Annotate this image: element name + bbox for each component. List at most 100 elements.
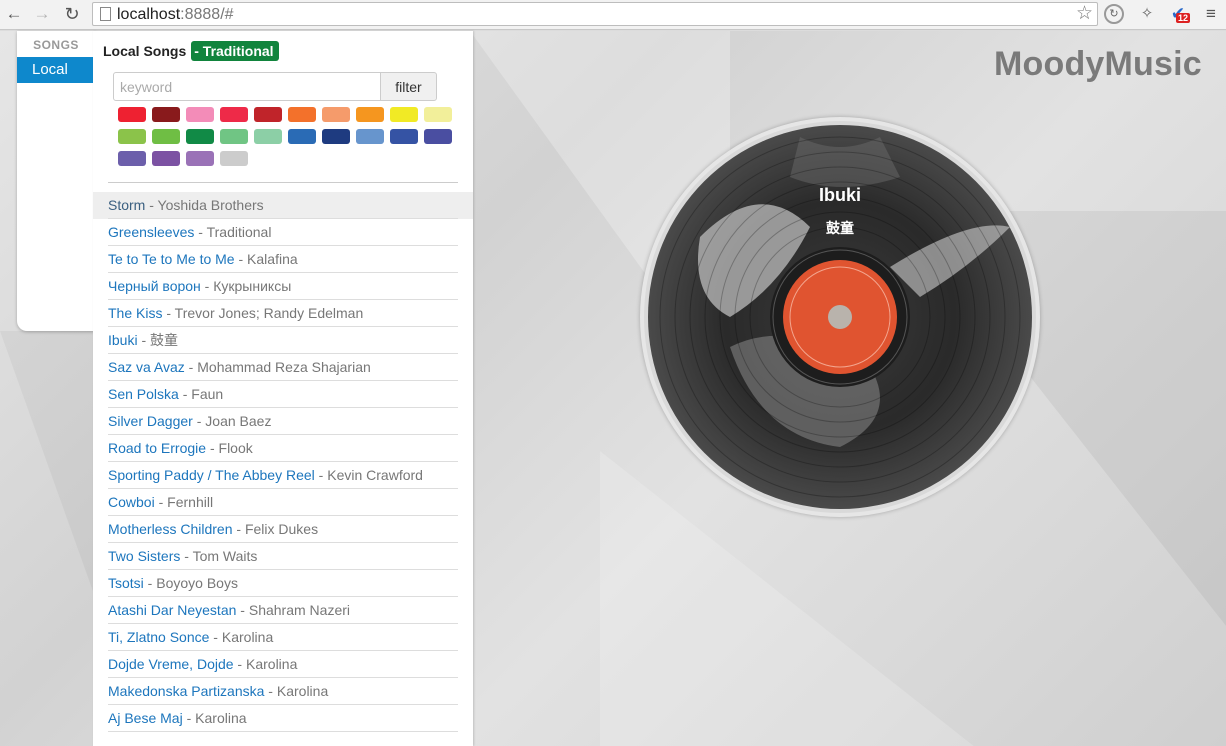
song-item[interactable]: Tsotsi - Boyoyo Boys	[93, 570, 473, 597]
color-swatch[interactable]	[254, 129, 282, 144]
reload-icon[interactable]: ↻	[62, 4, 82, 24]
color-swatch[interactable]	[220, 107, 248, 122]
song-item[interactable]: Two Sisters - Tom Waits	[93, 543, 473, 570]
song-separator: -	[194, 224, 207, 240]
color-swatch[interactable]	[390, 129, 418, 144]
song-title-link[interactable]: Te to Te to Me to Me	[108, 251, 235, 267]
song-separator: -	[206, 440, 219, 456]
color-swatch[interactable]	[288, 129, 316, 144]
color-swatch[interactable]	[118, 151, 146, 166]
color-swatch[interactable]	[186, 129, 214, 144]
song-title-link[interactable]: Silver Dagger	[108, 413, 193, 429]
browser-toolbar: ← → ↻ localhost:8888/# ☆ ↻ ✧ ✔12 ≡	[0, 0, 1226, 30]
color-swatch[interactable]	[152, 151, 180, 166]
color-swatch[interactable]	[424, 107, 452, 122]
menu-icon[interactable]: ≡	[1201, 4, 1221, 24]
color-swatch[interactable]	[186, 107, 214, 122]
song-title-link[interactable]: Ibuki	[108, 332, 138, 348]
filter-button[interactable]: filter	[380, 72, 437, 101]
now-playing-title: Ibuki	[818, 185, 861, 205]
song-item[interactable]: Te to Te to Me to Me - Kalafina	[93, 246, 473, 273]
song-title-link[interactable]: The Kiss	[108, 305, 162, 321]
color-swatch[interactable]	[220, 129, 248, 144]
song-item[interactable]: Черный ворон - Кукрыниксы	[93, 273, 473, 300]
color-swatch[interactable]	[356, 107, 384, 122]
star-icon[interactable]: ☆	[1076, 3, 1093, 25]
song-item[interactable]: Aj Bese Maj - Karolina	[93, 705, 473, 732]
song-list: Storm - Yoshida Brothers Greensleeves - T…	[93, 192, 473, 732]
refresh-extension-icon[interactable]: ↻	[1104, 4, 1124, 24]
song-title-link[interactable]: Road to Errogie	[108, 440, 206, 456]
song-title-link[interactable]: Atashi Dar Neyestan	[108, 602, 236, 618]
color-swatch[interactable]	[152, 107, 180, 122]
color-swatch[interactable]	[118, 107, 146, 122]
color-swatch[interactable]	[424, 129, 452, 144]
song-artist: Tom Waits	[192, 548, 258, 564]
song-item[interactable]: Ibuki - 鼓童	[93, 327, 473, 354]
song-title-link[interactable]: Aj Bese Maj	[108, 710, 183, 726]
song-item[interactable]: The Kiss - Trevor Jones; Randy Edelman	[93, 300, 473, 327]
song-title-link[interactable]: Saz va Avaz	[108, 359, 185, 375]
record-disc[interactable]: Ibuki 鼓童	[640, 117, 1040, 517]
song-item[interactable]: Road to Errogie - Flook	[93, 435, 473, 462]
color-swatch[interactable]	[220, 151, 248, 166]
song-item[interactable]: Ti, Zlatno Sonce - Karolina	[93, 624, 473, 651]
mood-tag[interactable]: - Traditional	[191, 41, 279, 61]
song-separator: -	[180, 548, 193, 564]
color-swatch[interactable]	[322, 129, 350, 144]
song-title-link[interactable]: Tsotsi	[108, 575, 144, 591]
address-bar[interactable]: localhost:8888/# ☆	[92, 2, 1098, 26]
color-swatch[interactable]	[186, 151, 214, 166]
song-title-link[interactable]: Makedonska Partizanska	[108, 683, 264, 699]
color-swatch[interactable]	[288, 107, 316, 122]
color-swatch[interactable]	[118, 129, 146, 144]
song-title-link[interactable]: Sen Polska	[108, 386, 179, 402]
divider	[108, 182, 458, 183]
forward-arrow-icon[interactable]: →	[32, 4, 52, 24]
color-swatch[interactable]	[254, 107, 282, 122]
address-url[interactable]: localhost:8888/#	[117, 5, 234, 25]
song-item[interactable]: Dojde Vreme, Dojde - Karolina	[93, 651, 473, 678]
color-swatch[interactable]	[322, 107, 350, 122]
color-swatch[interactable]	[152, 129, 180, 144]
song-item[interactable]: Makedonska Partizanska - Karolina	[93, 678, 473, 705]
song-item[interactable]: Storm - Yoshida Brothers	[93, 192, 473, 219]
song-separator: -	[200, 278, 214, 294]
song-title-link[interactable]: Dojde Vreme, Dojde	[108, 656, 234, 672]
song-item[interactable]: Greensleeves - Traditional	[93, 219, 473, 246]
song-artist: Boyoyo Boys	[156, 575, 238, 591]
song-artist: Flook	[218, 440, 253, 456]
song-separator: -	[145, 197, 158, 213]
song-separator: -	[143, 575, 157, 591]
song-title-link[interactable]: Ti, Zlatno Sonce	[108, 629, 209, 645]
song-artist: Kalafina	[247, 251, 298, 267]
song-title-link[interactable]: Cowboi	[108, 494, 155, 510]
song-artist: Joan Baez	[205, 413, 272, 429]
song-item[interactable]: Sen Polska - Faun	[93, 381, 473, 408]
song-title-link[interactable]: Sporting Paddy / The Abbey Reel	[108, 467, 315, 483]
song-title-link[interactable]: Черный ворон	[108, 278, 201, 294]
extension-icon[interactable]: ✧	[1137, 4, 1157, 24]
checkmark-extension-icon[interactable]: ✔12	[1168, 4, 1191, 24]
song-item[interactable]: Silver Dagger - Joan Baez	[93, 408, 473, 435]
song-artist: Trevor Jones; Randy Edelman	[174, 305, 364, 321]
song-title-link[interactable]: Greensleeves	[108, 224, 194, 240]
song-item[interactable]: Cowboi - Fernhill	[93, 489, 473, 516]
song-item[interactable]: Saz va Avaz - Mohammad Reza Shajarian	[93, 354, 473, 381]
song-artist: Shahram Nazeri	[248, 602, 351, 618]
song-separator: -	[264, 683, 277, 699]
color-swatch[interactable]	[356, 129, 384, 144]
sidebar-item-local[interactable]: Local	[17, 57, 95, 83]
song-separator: -	[137, 332, 151, 348]
song-title-link[interactable]: Storm	[108, 197, 145, 213]
song-artist: Karolina	[276, 683, 329, 699]
song-separator: -	[314, 467, 328, 483]
song-item[interactable]: Atashi Dar Neyestan - Shahram Nazeri	[93, 597, 473, 624]
back-arrow-icon[interactable]: ←	[4, 4, 24, 24]
keyword-input[interactable]	[113, 72, 381, 101]
song-item[interactable]: Sporting Paddy / The Abbey Reel - Kevin …	[93, 462, 473, 489]
song-item[interactable]: Motherless Children - Felix Dukes	[93, 516, 473, 543]
song-title-link[interactable]: Motherless Children	[108, 521, 233, 537]
song-title-link[interactable]: Two Sisters	[108, 548, 180, 564]
color-swatch[interactable]	[390, 107, 418, 122]
